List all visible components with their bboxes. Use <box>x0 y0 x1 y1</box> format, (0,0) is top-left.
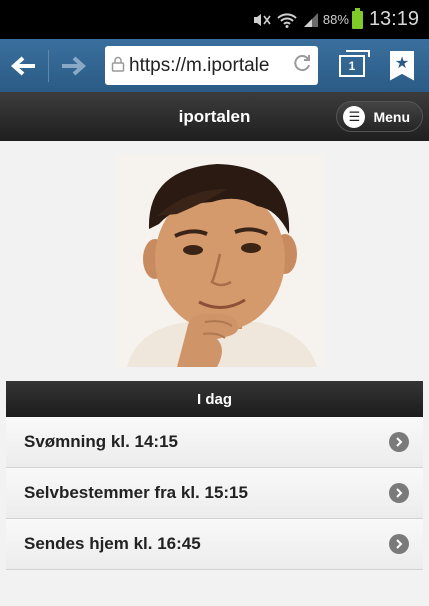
photo-area <box>0 141 429 381</box>
chevron-right-icon <box>389 534 409 554</box>
reload-icon[interactable] <box>292 53 312 79</box>
list-item-label: Selvbestemmer fra kl. 15:15 <box>24 483 248 502</box>
list-item[interactable]: Svømning kl. 14:15 <box>6 417 423 468</box>
list-item[interactable]: Sendes hjem kl. 16:45 <box>6 519 423 570</box>
status-bar: 88% 13:19 <box>0 0 429 39</box>
section-header: I dag <box>6 381 423 417</box>
page-title: iportalen <box>178 106 251 126</box>
battery-icon <box>351 7 363 29</box>
mute-icon <box>253 13 271 27</box>
battery-percent: 88% <box>322 12 349 27</box>
list-item-label: Svømning kl. 14:15 <box>24 432 178 451</box>
hamburger-icon: ☰ <box>343 105 366 128</box>
signal-icon <box>303 12 319 28</box>
lock-icon <box>111 56 125 76</box>
back-button[interactable] <box>0 39 48 92</box>
arrow-right-icon <box>62 56 86 75</box>
page-header: iportalen ☰ Menu <box>0 92 429 141</box>
browser-toolbar: https://m.iportale 1 ★ <box>0 39 429 92</box>
menu-label: Menu <box>373 108 410 125</box>
list-item[interactable]: Selvbestemmer fra kl. 15:15 <box>6 468 423 519</box>
url-text: https://m.iportale <box>129 54 270 76</box>
arrow-left-icon <box>11 56 35 75</box>
child-photo <box>117 154 323 367</box>
bookmark-star-icon: ★ <box>390 50 414 81</box>
clock: 13:19 <box>368 8 419 30</box>
address-bar[interactable]: https://m.iportale <box>105 46 318 85</box>
forward-button[interactable] <box>49 39 97 92</box>
wifi-icon <box>277 12 297 28</box>
tabs-button[interactable]: 1 <box>330 39 374 92</box>
tabs-icon: 1 <box>339 49 370 77</box>
chevron-right-icon <box>389 483 409 503</box>
section-title: I dag <box>196 390 232 408</box>
bookmark-button[interactable]: ★ <box>380 39 424 92</box>
today-list: Svømning kl. 14:15 Selvbestemmer fra kl.… <box>6 417 423 570</box>
chevron-right-icon <box>389 432 409 452</box>
tabs-count: 1 <box>348 58 356 73</box>
menu-button[interactable]: ☰ Menu <box>336 101 423 132</box>
list-item-label: Sendes hjem kl. 16:45 <box>24 534 201 553</box>
